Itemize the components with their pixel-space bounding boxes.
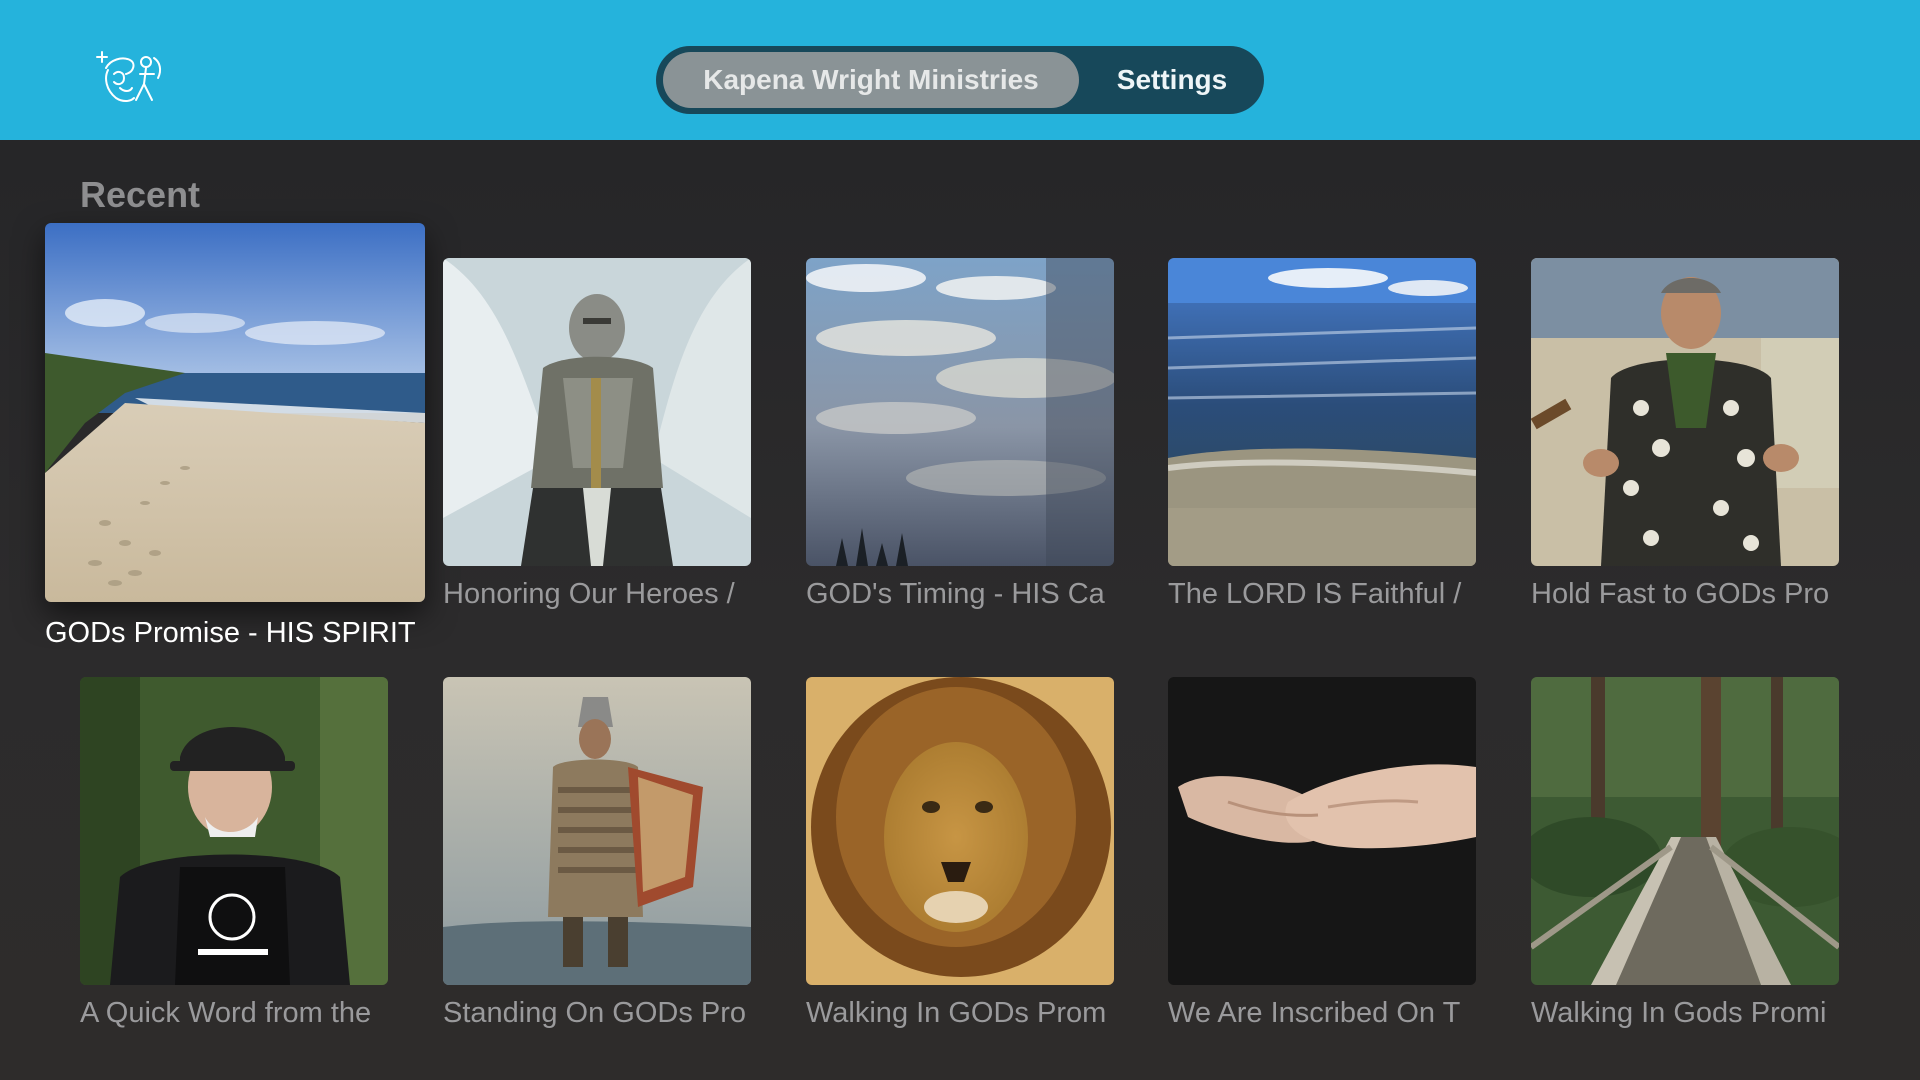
- tab-kapena-wright-ministries[interactable]: Kapena Wright Ministries: [663, 52, 1079, 108]
- section-title-recent: Recent: [80, 174, 201, 215]
- video-thumbnail: [443, 258, 751, 566]
- video-thumbnail: [1531, 677, 1839, 985]
- video-tile[interactable]: Walking In GODs Prom: [806, 677, 1114, 1047]
- main-content: Recent GODs Promise - HIS SPIRIT Honorin…: [0, 140, 1920, 1080]
- video-title: Hold Fast to GODs Pro: [1531, 578, 1830, 610]
- video-title: A Quick Word from the: [80, 997, 372, 1029]
- video-thumbnail: [806, 677, 1114, 985]
- video-title: Standing On GODs Pro: [443, 997, 747, 1029]
- video-thumbnail: [80, 677, 388, 985]
- video-tile[interactable]: Walking In Gods Promi: [1531, 677, 1839, 1047]
- video-tile[interactable]: Honoring Our Heroes /: [443, 258, 751, 628]
- video-tile[interactable]: Standing On GODs Pro: [443, 677, 751, 1047]
- video-tile[interactable]: A Quick Word from the: [80, 677, 388, 1047]
- video-tile[interactable]: Hold Fast to GODs Pro: [1531, 258, 1839, 628]
- video-title: GODs Promise - HIS SPIRIT: [45, 617, 416, 649]
- video-title: GOD's Timing - HIS Ca: [806, 578, 1105, 610]
- top-navigation-bar: Kapena Wright Ministries Settings: [0, 0, 1920, 140]
- ministry-logo-icon: [96, 48, 164, 106]
- video-tile[interactable]: GODs Promise - HIS SPIRIT: [45, 223, 425, 663]
- video-thumbnail: [443, 677, 751, 985]
- video-thumbnail: [1168, 677, 1476, 985]
- top-tab-switcher: Kapena Wright Ministries Settings: [656, 46, 1264, 114]
- video-thumbnail: [1531, 258, 1839, 566]
- video-tile[interactable]: We Are Inscribed On T: [1168, 677, 1476, 1047]
- video-thumbnail: [806, 258, 1114, 566]
- video-title: Honoring Our Heroes /: [443, 578, 735, 610]
- video-title: We Are Inscribed On T: [1168, 997, 1461, 1029]
- video-tile[interactable]: GOD's Timing - HIS Ca: [806, 258, 1114, 628]
- video-title: Walking In Gods Promi: [1531, 997, 1827, 1029]
- video-thumbnail: [1168, 258, 1476, 566]
- tab-settings[interactable]: Settings: [1086, 52, 1258, 108]
- video-tile[interactable]: The LORD IS Faithful /: [1168, 258, 1476, 628]
- video-thumbnail: [45, 223, 425, 602]
- video-title: The LORD IS Faithful /: [1168, 578, 1462, 610]
- video-title: Walking In GODs Prom: [806, 997, 1107, 1029]
